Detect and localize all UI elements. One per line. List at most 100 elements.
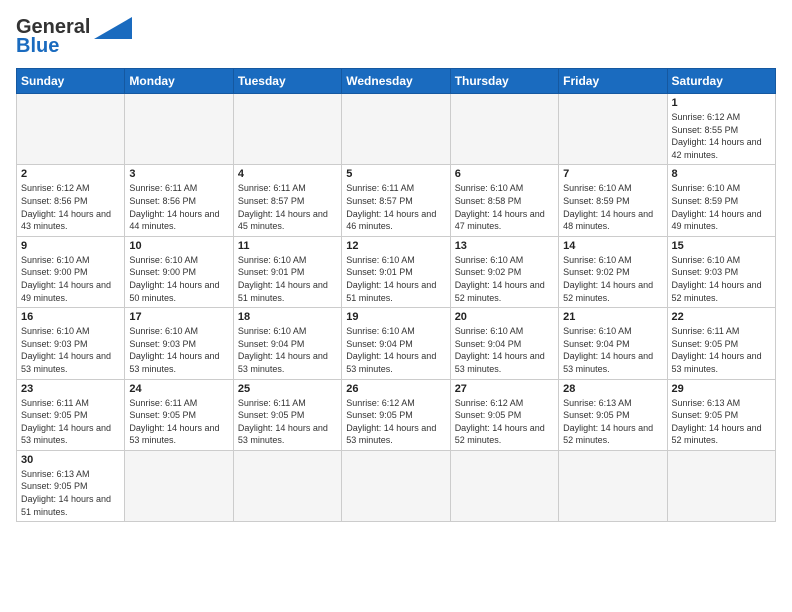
day-info: Sunrise: 6:11 AM Sunset: 8:56 PM Dayligh… — [129, 182, 228, 232]
day-info: Sunrise: 6:10 AM Sunset: 9:02 PM Dayligh… — [563, 254, 662, 304]
day-number: 9 — [21, 240, 120, 252]
calendar-cell: 19Sunrise: 6:10 AM Sunset: 9:04 PM Dayli… — [342, 308, 450, 379]
day-header-monday: Monday — [125, 69, 233, 94]
day-number: 12 — [346, 240, 445, 252]
calendar-cell: 21 Sunrise: 6:10 AM Sunset: 9:04 PM Dayli… — [559, 308, 667, 379]
day-number: 26 — [346, 383, 445, 395]
calendar-cell: 11 Sunrise: 6:10 AM Sunset: 9:01 PM Dayli… — [233, 236, 341, 307]
day-info: Sunrise: 6:10 AM Sunset: 9:00 PM Dayligh… — [129, 254, 228, 304]
day-number: 2 — [21, 168, 120, 180]
calendar-cell: 23Sunrise: 6:11 AM Sunset: 9:05 PM Dayli… — [17, 379, 125, 450]
calendar-cell: 15Sunrise: 6:10 AM Sunset: 9:03 PM Dayli… — [667, 236, 775, 307]
calendar-cell: 30 Sunrise: 6:13 AM Sunset: 9:05 PM Dayli… — [17, 450, 125, 521]
calendar-cell: 13 Sunrise: 6:10 AM Sunset: 9:02 PM Dayli… — [450, 236, 558, 307]
day-info: Sunrise: 6:11 AM Sunset: 9:05 PM Dayligh… — [129, 397, 228, 447]
day-info: Sunrise: 6:12 AM Sunset: 8:56 PM Dayligh… — [21, 182, 120, 232]
logo: General Blue — [16, 16, 132, 58]
calendar-cell — [125, 94, 233, 165]
day-info: Sunrise: 6:11 AM Sunset: 9:05 PM Dayligh… — [21, 397, 120, 447]
calendar-cell: 24 Sunrise: 6:11 AM Sunset: 9:05 PM Dayli… — [125, 379, 233, 450]
logo-blue-shape — [94, 17, 132, 39]
calendar-cell: 2 Sunrise: 6:12 AM Sunset: 8:56 PM Daylig… — [17, 165, 125, 236]
calendar-cell — [667, 450, 775, 521]
calendar-cell — [450, 450, 558, 521]
week-row-5: 23Sunrise: 6:11 AM Sunset: 9:05 PM Dayli… — [17, 379, 776, 450]
day-number: 24 — [129, 383, 228, 395]
day-number: 16 — [21, 311, 120, 323]
day-number: 8 — [672, 168, 771, 180]
day-number: 3 — [129, 168, 228, 180]
day-header-sunday: Sunday — [17, 69, 125, 94]
week-row-6: 30 Sunrise: 6:13 AM Sunset: 9:05 PM Dayli… — [17, 450, 776, 521]
day-number: 30 — [21, 454, 120, 466]
day-info: Sunrise: 6:11 AM Sunset: 8:57 PM Dayligh… — [238, 182, 337, 232]
calendar-cell: 1 Sunrise: 6:12 AM Sunset: 8:55 PM Daylig… — [667, 94, 775, 165]
calendar-cell: 29Sunrise: 6:13 AM Sunset: 9:05 PM Dayli… — [667, 379, 775, 450]
calendar-cell: 20Sunrise: 6:10 AM Sunset: 9:04 PM Dayli… — [450, 308, 558, 379]
day-info: Sunrise: 6:10 AM Sunset: 9:01 PM Dayligh… — [346, 254, 445, 304]
day-info: Sunrise: 6:11 AM Sunset: 8:57 PM Dayligh… — [346, 182, 445, 232]
week-row-1: 1 Sunrise: 6:12 AM Sunset: 8:55 PM Daylig… — [17, 94, 776, 165]
calendar-cell: 17 Sunrise: 6:10 AM Sunset: 9:03 PM Dayli… — [125, 308, 233, 379]
calendar-cell: 25 Sunrise: 6:11 AM Sunset: 9:05 PM Dayli… — [233, 379, 341, 450]
week-row-2: 2 Sunrise: 6:12 AM Sunset: 8:56 PM Daylig… — [17, 165, 776, 236]
day-header-saturday: Saturday — [667, 69, 775, 94]
calendar-cell: 28Sunrise: 6:13 AM Sunset: 9:05 PM Dayli… — [559, 379, 667, 450]
day-info: Sunrise: 6:11 AM Sunset: 9:05 PM Dayligh… — [238, 397, 337, 447]
calendar-cell — [233, 94, 341, 165]
calendar-cell: 4Sunrise: 6:11 AM Sunset: 8:57 PM Daylig… — [233, 165, 341, 236]
day-info: Sunrise: 6:12 AM Sunset: 9:05 PM Dayligh… — [455, 397, 554, 447]
calendar-cell: 27 Sunrise: 6:12 AM Sunset: 9:05 PM Dayli… — [450, 379, 558, 450]
page-header: General Blue — [16, 16, 776, 58]
day-info: Sunrise: 6:10 AM Sunset: 9:00 PM Dayligh… — [21, 254, 120, 304]
day-header-wednesday: Wednesday — [342, 69, 450, 94]
calendar-cell — [17, 94, 125, 165]
day-number: 7 — [563, 168, 662, 180]
day-number: 13 — [455, 240, 554, 252]
day-info: Sunrise: 6:10 AM Sunset: 9:03 PM Dayligh… — [672, 254, 771, 304]
calendar-cell: 9 Sunrise: 6:10 AM Sunset: 9:00 PM Daylig… — [17, 236, 125, 307]
day-number: 29 — [672, 383, 771, 395]
day-number: 17 — [129, 311, 228, 323]
calendar-cell: 22Sunrise: 6:11 AM Sunset: 9:05 PM Dayli… — [667, 308, 775, 379]
day-header-tuesday: Tuesday — [233, 69, 341, 94]
calendar-cell: 5 Sunrise: 6:11 AM Sunset: 8:57 PM Daylig… — [342, 165, 450, 236]
calendar-cell — [450, 94, 558, 165]
day-number: 21 — [563, 311, 662, 323]
day-header-thursday: Thursday — [450, 69, 558, 94]
day-info: Sunrise: 6:10 AM Sunset: 9:01 PM Dayligh… — [238, 254, 337, 304]
day-number: 27 — [455, 383, 554, 395]
week-row-3: 9 Sunrise: 6:10 AM Sunset: 9:00 PM Daylig… — [17, 236, 776, 307]
day-info: Sunrise: 6:11 AM Sunset: 9:05 PM Dayligh… — [672, 325, 771, 375]
day-info: Sunrise: 6:10 AM Sunset: 9:02 PM Dayligh… — [455, 254, 554, 304]
day-number: 14 — [563, 240, 662, 252]
day-header-friday: Friday — [559, 69, 667, 94]
calendar-cell: 16 Sunrise: 6:10 AM Sunset: 9:03 PM Dayli… — [17, 308, 125, 379]
header-row: SundayMondayTuesdayWednesdayThursdayFrid… — [17, 69, 776, 94]
day-number: 1 — [672, 97, 771, 109]
day-number: 11 — [238, 240, 337, 252]
day-number: 18 — [238, 311, 337, 323]
day-info: Sunrise: 6:10 AM Sunset: 8:58 PM Dayligh… — [455, 182, 554, 232]
day-number: 5 — [346, 168, 445, 180]
day-number: 28 — [563, 383, 662, 395]
day-info: Sunrise: 6:10 AM Sunset: 9:04 PM Dayligh… — [238, 325, 337, 375]
calendar-cell — [342, 94, 450, 165]
day-info: Sunrise: 6:10 AM Sunset: 9:04 PM Dayligh… — [346, 325, 445, 375]
calendar-cell: 6 Sunrise: 6:10 AM Sunset: 8:58 PM Daylig… — [450, 165, 558, 236]
day-info: Sunrise: 6:12 AM Sunset: 8:55 PM Dayligh… — [672, 111, 771, 161]
day-info: Sunrise: 6:10 AM Sunset: 8:59 PM Dayligh… — [672, 182, 771, 232]
day-number: 25 — [238, 383, 337, 395]
calendar-cell: 8 Sunrise: 6:10 AM Sunset: 8:59 PM Daylig… — [667, 165, 775, 236]
day-info: Sunrise: 6:10 AM Sunset: 9:04 PM Dayligh… — [455, 325, 554, 375]
calendar-cell: 18 Sunrise: 6:10 AM Sunset: 9:04 PM Dayli… — [233, 308, 341, 379]
day-info: Sunrise: 6:10 AM Sunset: 8:59 PM Dayligh… — [563, 182, 662, 232]
day-number: 10 — [129, 240, 228, 252]
day-number: 6 — [455, 168, 554, 180]
day-info: Sunrise: 6:10 AM Sunset: 9:03 PM Dayligh… — [129, 325, 228, 375]
day-info: Sunrise: 6:13 AM Sunset: 9:05 PM Dayligh… — [21, 468, 120, 518]
day-info: Sunrise: 6:10 AM Sunset: 9:04 PM Dayligh… — [563, 325, 662, 375]
calendar-cell: 7 Sunrise: 6:10 AM Sunset: 8:59 PM Daylig… — [559, 165, 667, 236]
day-info: Sunrise: 6:12 AM Sunset: 9:05 PM Dayligh… — [346, 397, 445, 447]
day-info: Sunrise: 6:10 AM Sunset: 9:03 PM Dayligh… — [21, 325, 120, 375]
